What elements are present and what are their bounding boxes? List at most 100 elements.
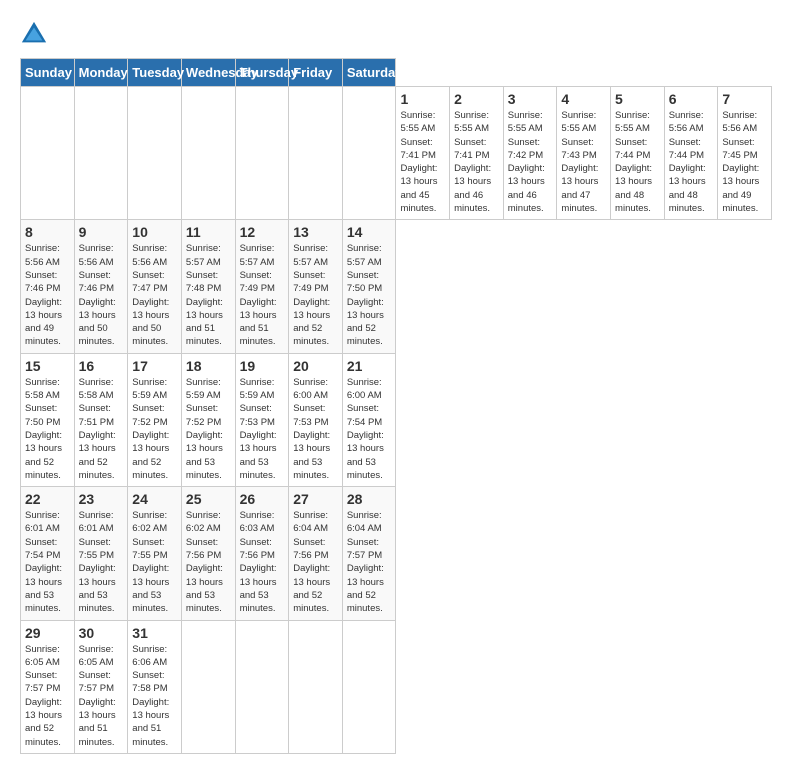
calendar-day-cell: 2 Sunrise: 5:55 AMSunset: 7:41 PMDaylight… xyxy=(450,87,504,220)
day-info: Sunrise: 5:56 AMSunset: 7:46 PMDaylight:… xyxy=(79,242,124,348)
day-info: Sunrise: 6:00 AMSunset: 7:54 PMDaylight:… xyxy=(347,376,392,482)
calendar-week-row: 15Sunrise: 5:58 AMSunset: 7:50 PMDayligh… xyxy=(21,353,772,486)
day-number: 20 xyxy=(293,358,338,374)
calendar-day-cell: 12 Sunrise: 5:57 AMSunset: 7:49 PMDayligh… xyxy=(235,220,289,353)
calendar-day-cell xyxy=(289,620,343,753)
calendar-day-cell xyxy=(181,620,235,753)
calendar-day-cell: 27Sunrise: 6:04 AMSunset: 7:56 PMDayligh… xyxy=(289,487,343,620)
day-info: Sunrise: 5:56 AMSunset: 7:47 PMDaylight:… xyxy=(132,242,177,348)
day-info: Sunrise: 5:59 AMSunset: 7:52 PMDaylight:… xyxy=(186,376,231,482)
calendar-header-day: Sunday xyxy=(21,59,75,87)
calendar-day-cell: 24 Sunrise: 6:02 AMSunset: 7:55 PMDayligh… xyxy=(128,487,182,620)
calendar-day-cell xyxy=(235,87,289,220)
calendar-day-cell: 9 Sunrise: 5:56 AMSunset: 7:46 PMDaylight… xyxy=(74,220,128,353)
day-info: Sunrise: 6:04 AMSunset: 7:57 PMDaylight:… xyxy=(347,509,392,615)
calendar-day-cell: 7 Sunrise: 5:56 AMSunset: 7:45 PMDaylight… xyxy=(718,87,772,220)
day-number: 2 xyxy=(454,91,499,107)
calendar-day-cell: 16Sunrise: 5:58 AMSunset: 7:51 PMDayligh… xyxy=(74,353,128,486)
calendar-day-cell xyxy=(128,87,182,220)
calendar-day-cell: 4Sunrise: 5:55 AMSunset: 7:43 PMDaylight… xyxy=(557,87,611,220)
day-number: 1 xyxy=(400,91,445,107)
day-info: Sunrise: 6:02 AMSunset: 7:55 PMDaylight:… xyxy=(132,509,177,615)
calendar-day-cell: 23Sunrise: 6:01 AMSunset: 7:55 PMDayligh… xyxy=(74,487,128,620)
calendar-header-day: Monday xyxy=(74,59,128,87)
calendar-day-cell xyxy=(289,87,343,220)
calendar-day-cell: 25 Sunrise: 6:02 AMSunset: 7:56 PMDayligh… xyxy=(181,487,235,620)
calendar-day-cell: 15Sunrise: 5:58 AMSunset: 7:50 PMDayligh… xyxy=(21,353,75,486)
day-number: 27 xyxy=(293,491,338,507)
calendar-day-cell: 13 Sunrise: 5:57 AMSunset: 7:49 PMDayligh… xyxy=(289,220,343,353)
calendar-week-row: 22Sunrise: 6:01 AMSunset: 7:54 PMDayligh… xyxy=(21,487,772,620)
calendar-day-cell xyxy=(181,87,235,220)
day-number: 21 xyxy=(347,358,392,374)
day-number: 18 xyxy=(186,358,231,374)
day-number: 12 xyxy=(240,224,285,240)
day-info: Sunrise: 5:55 AMSunset: 7:41 PMDaylight:… xyxy=(454,109,499,215)
calendar-day-cell: 30 Sunrise: 6:05 AMSunset: 7:57 PMDayligh… xyxy=(74,620,128,753)
day-info: Sunrise: 5:55 AMSunset: 7:43 PMDaylight:… xyxy=(561,109,606,215)
logo-icon xyxy=(20,20,48,48)
day-info: Sunrise: 5:56 AMSunset: 7:44 PMDaylight:… xyxy=(669,109,714,215)
day-info: Sunrise: 5:55 AMSunset: 7:41 PMDaylight:… xyxy=(400,109,445,215)
calendar-day-cell: 6 Sunrise: 5:56 AMSunset: 7:44 PMDaylight… xyxy=(664,87,718,220)
calendar-day-cell xyxy=(342,87,396,220)
day-number: 25 xyxy=(186,491,231,507)
day-info: Sunrise: 5:56 AMSunset: 7:46 PMDaylight:… xyxy=(25,242,70,348)
calendar-day-cell: 19Sunrise: 5:59 AMSunset: 7:53 PMDayligh… xyxy=(235,353,289,486)
day-info: Sunrise: 6:03 AMSunset: 7:56 PMDaylight:… xyxy=(240,509,285,615)
calendar-day-cell: 10 Sunrise: 5:56 AMSunset: 7:47 PMDayligh… xyxy=(128,220,182,353)
day-number: 9 xyxy=(79,224,124,240)
day-number: 17 xyxy=(132,358,177,374)
calendar-day-cell xyxy=(74,87,128,220)
day-info: Sunrise: 6:05 AMSunset: 7:57 PMDaylight:… xyxy=(79,643,124,749)
day-number: 6 xyxy=(669,91,714,107)
calendar-day-cell: 22Sunrise: 6:01 AMSunset: 7:54 PMDayligh… xyxy=(21,487,75,620)
calendar-header-day: Wednesday xyxy=(181,59,235,87)
day-number: 8 xyxy=(25,224,70,240)
day-number: 31 xyxy=(132,625,177,641)
day-number: 11 xyxy=(186,224,231,240)
day-number: 13 xyxy=(293,224,338,240)
day-info: Sunrise: 5:55 AMSunset: 7:44 PMDaylight:… xyxy=(615,109,660,215)
day-number: 24 xyxy=(132,491,177,507)
calendar-day-cell xyxy=(342,620,396,753)
day-info: Sunrise: 5:58 AMSunset: 7:50 PMDaylight:… xyxy=(25,376,70,482)
day-number: 10 xyxy=(132,224,177,240)
day-number: 30 xyxy=(79,625,124,641)
calendar-day-cell: 18 Sunrise: 5:59 AMSunset: 7:52 PMDayligh… xyxy=(181,353,235,486)
calendar-body: 1 Sunrise: 5:55 AMSunset: 7:41 PMDaylight… xyxy=(21,87,772,754)
calendar-week-row: 29Sunrise: 6:05 AMSunset: 7:57 PMDayligh… xyxy=(21,620,772,753)
calendar-day-cell xyxy=(235,620,289,753)
calendar-week-row: 8 Sunrise: 5:56 AMSunset: 7:46 PMDaylight… xyxy=(21,220,772,353)
day-info: Sunrise: 6:05 AMSunset: 7:57 PMDaylight:… xyxy=(25,643,70,749)
calendar-week-row: 1 Sunrise: 5:55 AMSunset: 7:41 PMDaylight… xyxy=(21,87,772,220)
day-number: 7 xyxy=(722,91,767,107)
calendar-day-cell: 11Sunrise: 5:57 AMSunset: 7:48 PMDayligh… xyxy=(181,220,235,353)
day-number: 23 xyxy=(79,491,124,507)
logo xyxy=(20,20,52,48)
day-info: Sunrise: 6:06 AMSunset: 7:58 PMDaylight:… xyxy=(132,643,177,749)
day-number: 16 xyxy=(79,358,124,374)
calendar-day-cell: 5 Sunrise: 5:55 AMSunset: 7:44 PMDaylight… xyxy=(611,87,665,220)
calendar-day-cell: 1 Sunrise: 5:55 AMSunset: 7:41 PMDaylight… xyxy=(396,87,450,220)
calendar-header-day: Tuesday xyxy=(128,59,182,87)
day-info: Sunrise: 5:57 AMSunset: 7:49 PMDaylight:… xyxy=(293,242,338,348)
calendar-day-cell: 8 Sunrise: 5:56 AMSunset: 7:46 PMDaylight… xyxy=(21,220,75,353)
calendar-header-day: Friday xyxy=(289,59,343,87)
day-info: Sunrise: 6:02 AMSunset: 7:56 PMDaylight:… xyxy=(186,509,231,615)
day-info: Sunrise: 6:00 AMSunset: 7:53 PMDaylight:… xyxy=(293,376,338,482)
day-info: Sunrise: 5:59 AMSunset: 7:52 PMDaylight:… xyxy=(132,376,177,482)
calendar-header-day: Thursday xyxy=(235,59,289,87)
day-info: Sunrise: 5:55 AMSunset: 7:42 PMDaylight:… xyxy=(508,109,553,215)
calendar-header-row: SundayMondayTuesdayWednesdayThursdayFrid… xyxy=(21,59,772,87)
day-info: Sunrise: 5:57 AMSunset: 7:49 PMDaylight:… xyxy=(240,242,285,348)
day-info: Sunrise: 5:57 AMSunset: 7:50 PMDaylight:… xyxy=(347,242,392,348)
day-number: 19 xyxy=(240,358,285,374)
day-info: Sunrise: 5:56 AMSunset: 7:45 PMDaylight:… xyxy=(722,109,767,215)
calendar-day-cell: 20 Sunrise: 6:00 AMSunset: 7:53 PMDayligh… xyxy=(289,353,343,486)
day-number: 28 xyxy=(347,491,392,507)
calendar-day-cell: 26Sunrise: 6:03 AMSunset: 7:56 PMDayligh… xyxy=(235,487,289,620)
day-number: 5 xyxy=(615,91,660,107)
calendar-header-day: Saturday xyxy=(342,59,396,87)
calendar-day-cell: 17 Sunrise: 5:59 AMSunset: 7:52 PMDayligh… xyxy=(128,353,182,486)
